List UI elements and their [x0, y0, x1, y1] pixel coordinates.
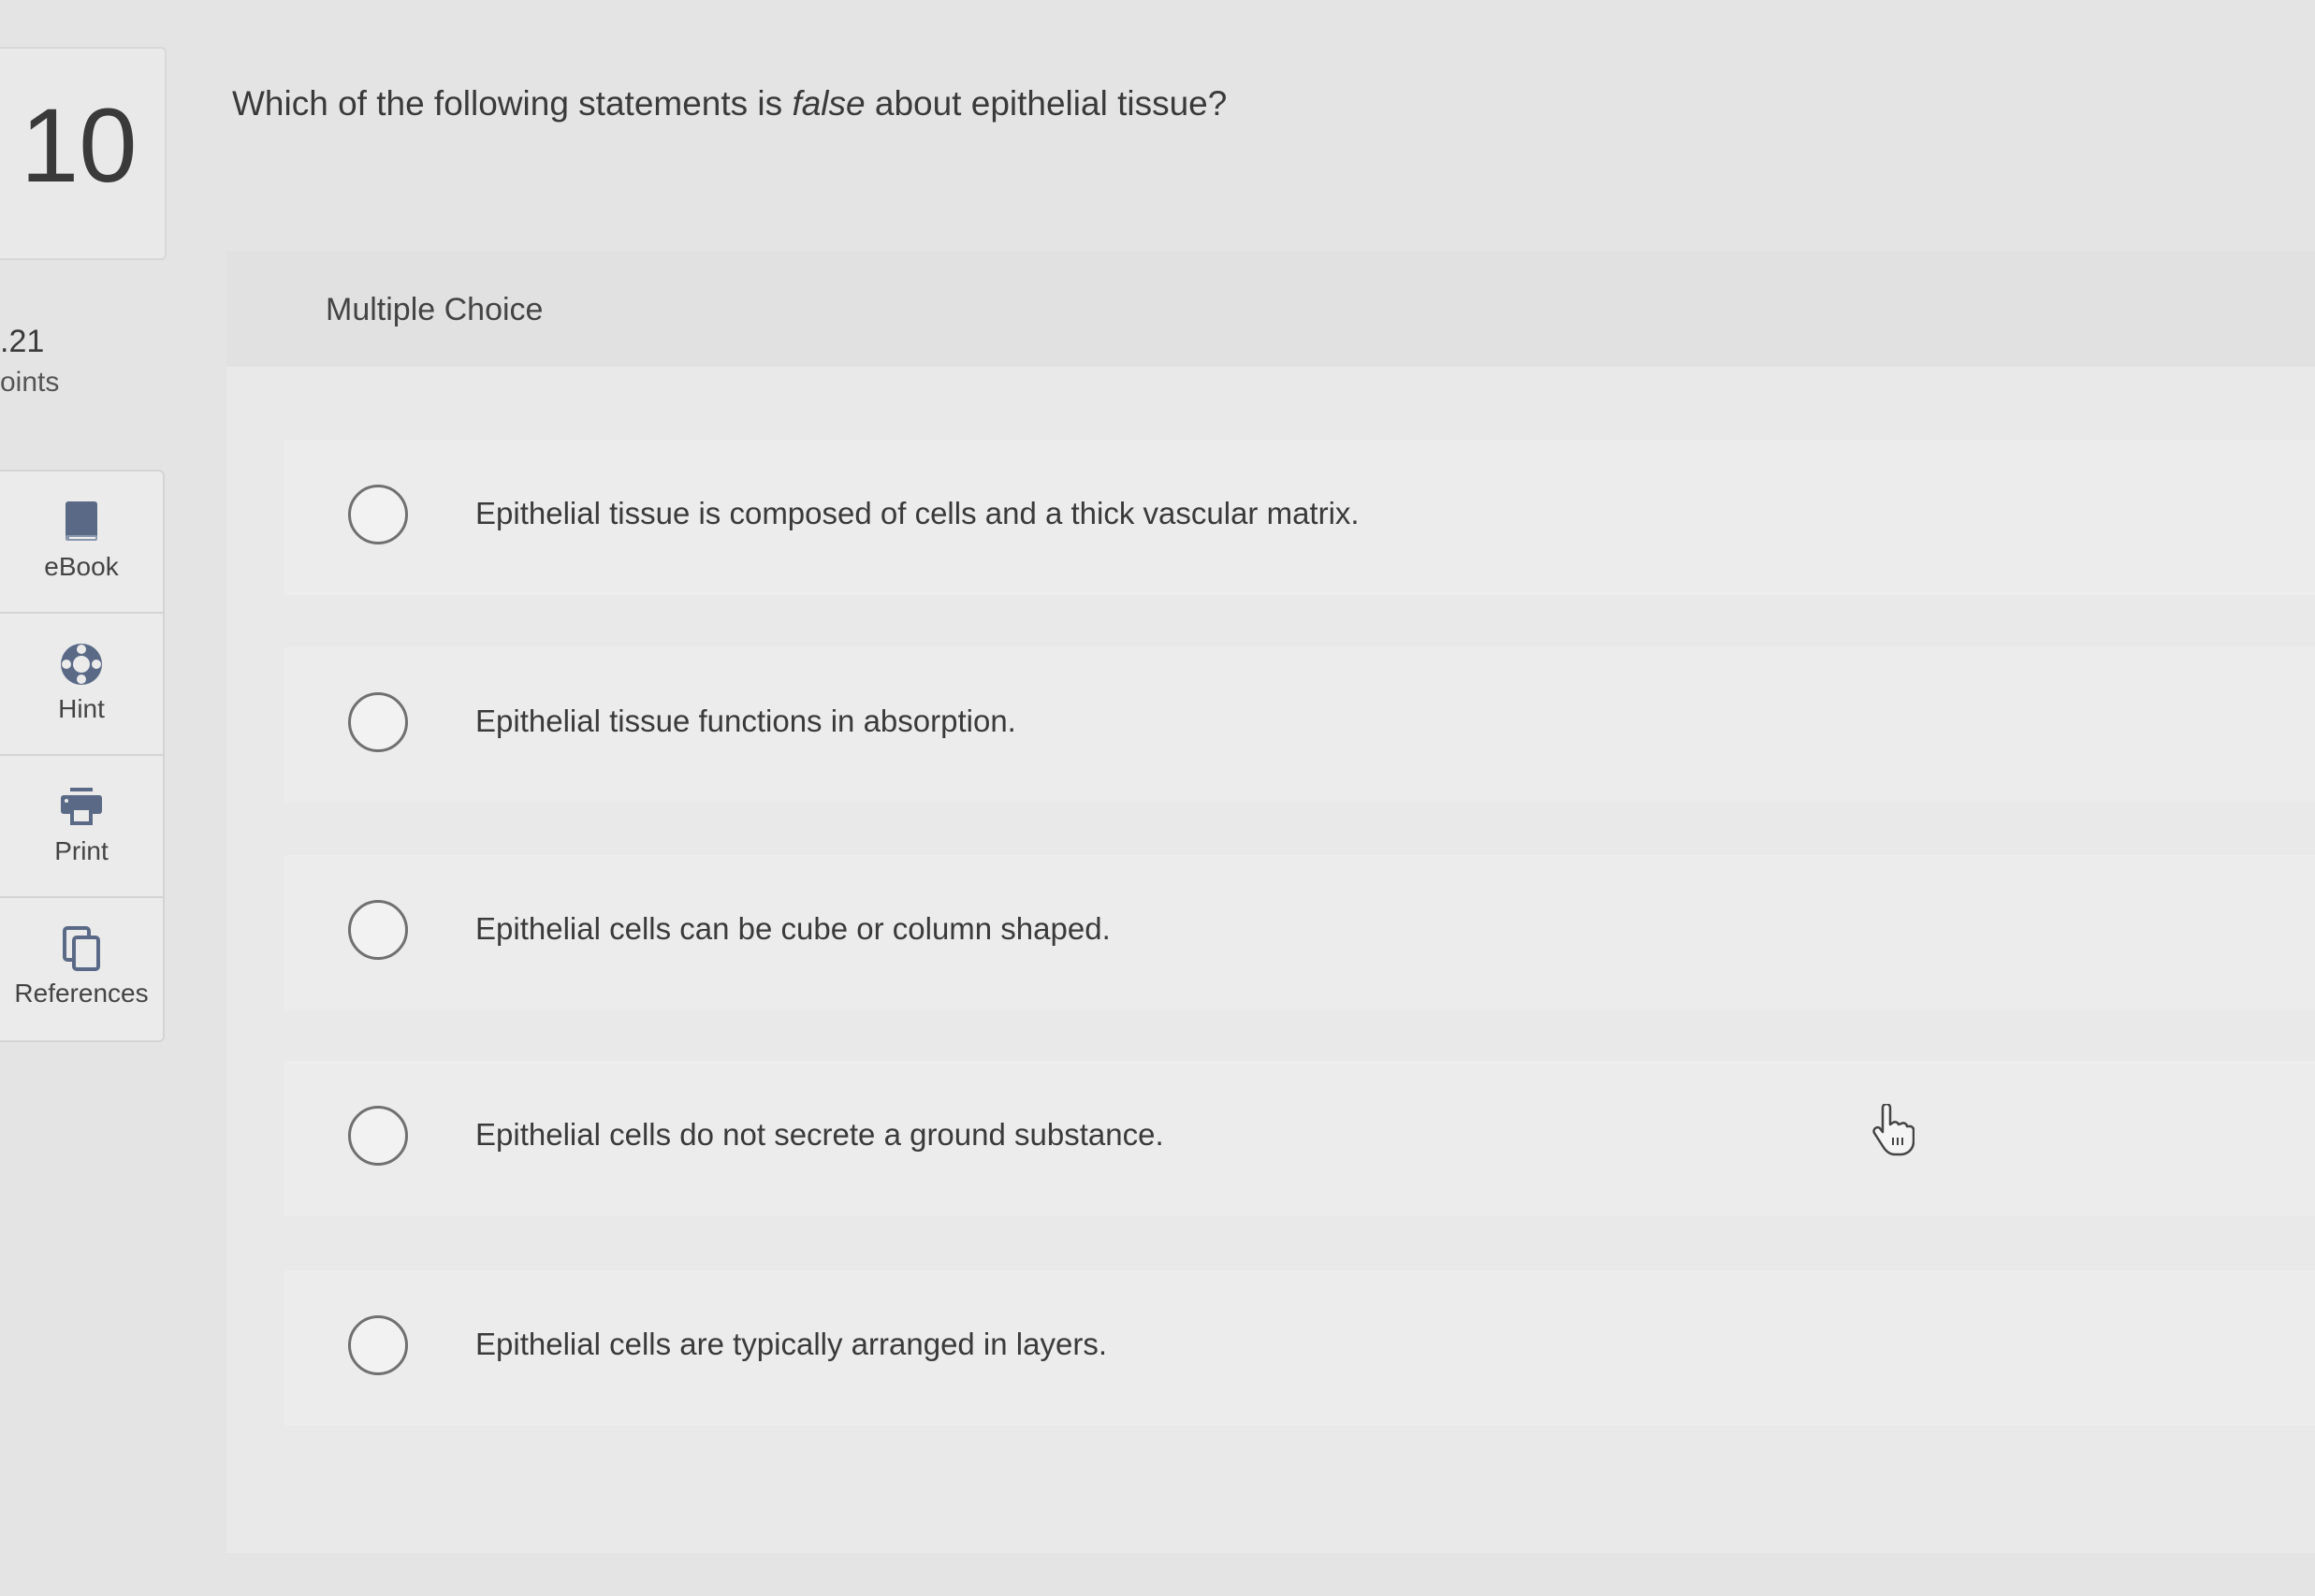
answer-panel: Multiple Choice Epithelial tissue is com… — [226, 251, 2315, 1553]
prompt-text-start: Which of the following statements is — [232, 84, 793, 123]
radio-button[interactable] — [348, 900, 408, 960]
book-icon — [66, 501, 97, 541]
answer-option-text: Epithelial cells can be cube or column s… — [475, 911, 1111, 946]
lifebuoy-icon — [61, 644, 102, 685]
points-value: .21 — [0, 324, 45, 359]
answer-option[interactable]: Epithelial cells are typically arranged … — [284, 1270, 2315, 1426]
points-label: oints — [0, 367, 60, 398]
question-prompt: Which of the following statements is fal… — [232, 84, 1227, 123]
ebook-label: eBook — [44, 552, 119, 581]
answer-option-text: Epithelial tissue functions in absorptio… — [475, 704, 1016, 738]
radio-button[interactable] — [348, 1106, 408, 1166]
tool-sidebar: eBook Hint Print References — [0, 470, 165, 1042]
print-label: Print — [54, 836, 109, 865]
answer-option-text: Epithelial cells are typically arranged … — [475, 1327, 1107, 1361]
answer-option-text: Epithelial cells do not secrete a ground… — [475, 1117, 1164, 1152]
radio-button[interactable] — [348, 485, 408, 544]
ebook-button[interactable]: eBook — [0, 472, 163, 614]
hint-label: Hint — [58, 694, 105, 723]
question-type-label: Multiple Choice — [326, 292, 544, 327]
printer-icon — [61, 788, 102, 825]
print-button[interactable]: Print — [0, 756, 163, 898]
answer-option-text: Epithelial tissue is composed of cells a… — [475, 496, 1360, 530]
prompt-text-end: about epithelial tissue? — [865, 84, 1228, 123]
hand-cursor-icon — [1872, 1104, 1915, 1156]
answer-panel-header: Multiple Choice — [226, 251, 2315, 367]
copy-icon — [63, 926, 100, 971]
answer-option[interactable]: Epithelial cells do not secrete a ground… — [284, 1061, 2315, 1216]
answer-option[interactable]: Epithelial cells can be cube or column s… — [284, 855, 2315, 1010]
answer-option[interactable]: Epithelial tissue functions in absorptio… — [284, 647, 2315, 803]
question-number: 10 — [21, 87, 138, 204]
references-label: References — [14, 979, 149, 1008]
references-button[interactable]: References — [0, 898, 163, 1040]
radio-button[interactable] — [348, 692, 408, 752]
hint-button[interactable]: Hint — [0, 614, 163, 756]
answer-option[interactable]: Epithelial tissue is composed of cells a… — [284, 440, 2315, 595]
radio-button[interactable] — [348, 1315, 408, 1375]
prompt-emphasis: false — [792, 84, 866, 123]
